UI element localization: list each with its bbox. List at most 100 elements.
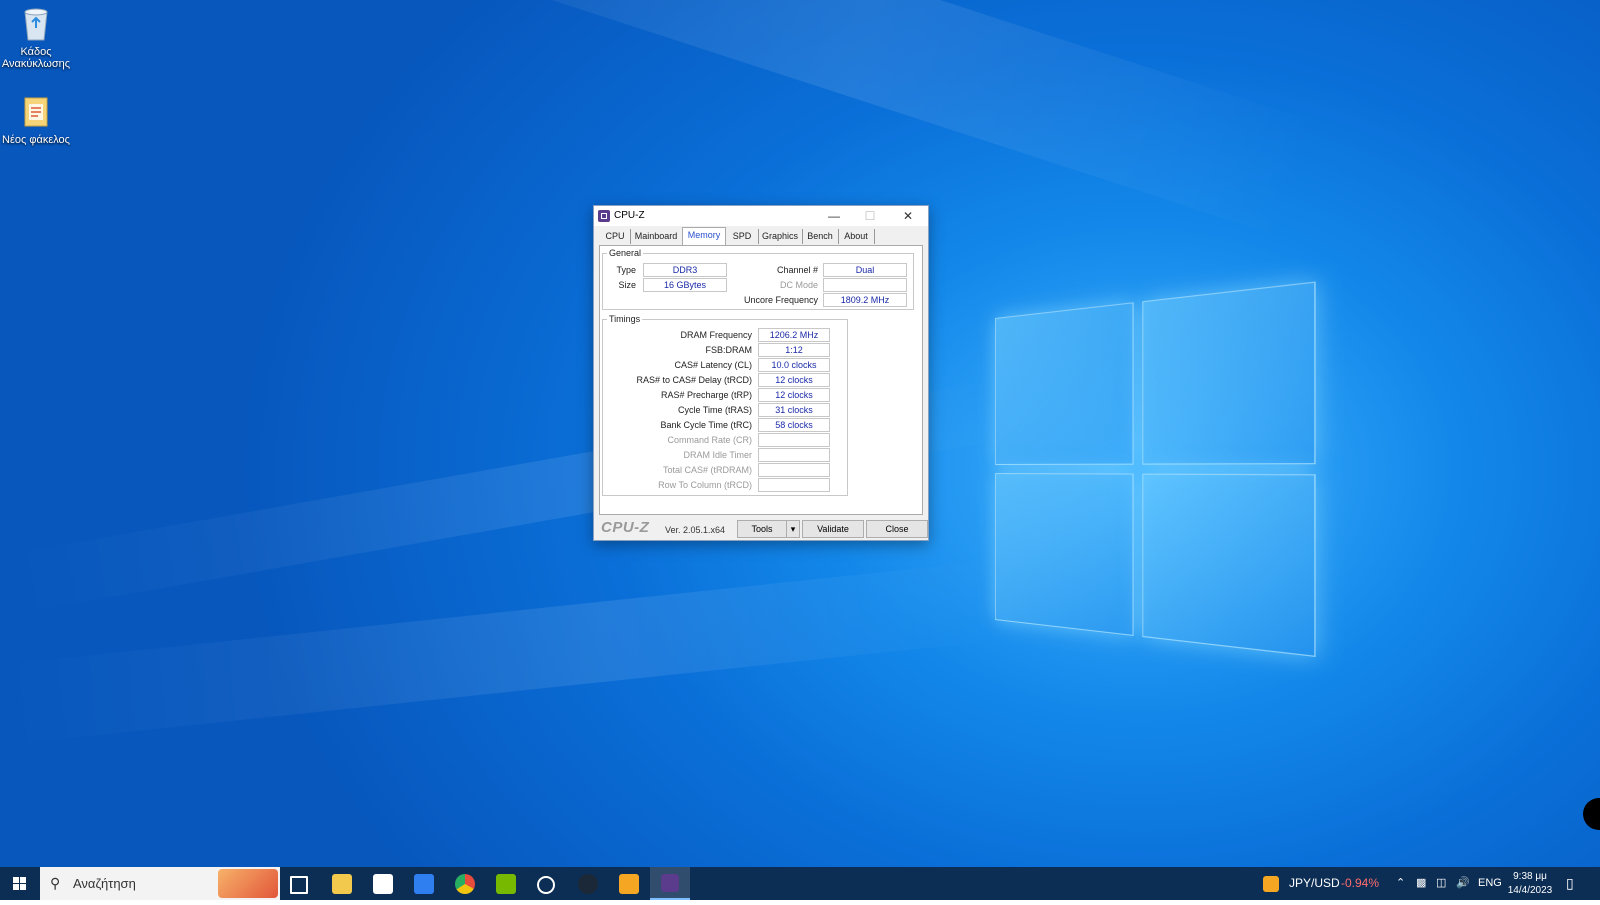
version-label: Ver. 2.05.1.x64 (665, 525, 725, 535)
validate-button[interactable]: Validate (802, 520, 864, 538)
ticker-symbol[interactable]: JPY/USD (1289, 867, 1340, 900)
cpuz-app-icon (598, 210, 610, 222)
type-value: DDR3 (643, 263, 727, 277)
clock-time: 9:38 μμ (1506, 870, 1554, 884)
tab-bench[interactable]: Bench (802, 229, 839, 244)
timing-value: 12 clocks (758, 373, 830, 387)
network-icon[interactable]: ◫ (1436, 867, 1446, 900)
timing-label: DRAM Frequency (604, 330, 752, 340)
desktop-icon-recycle-bin[interactable]: Κάδος Ανακύκλωσης (0, 6, 74, 70)
memory-panel: General Type DDR3 Size 16 GBytes Channel… (599, 245, 923, 515)
volume-icon[interactable]: 🔊 (1456, 867, 1470, 900)
timing-value: 1206.2 MHz (758, 328, 830, 342)
footer-bar: CPU-Z Ver. 2.05.1.x64 Tools ▾ Validate C… (599, 518, 921, 538)
weather-ticker-icon (1263, 876, 1279, 892)
ticker-change: -0.94% (1341, 867, 1379, 900)
notifications-icon[interactable]: ▯ (1566, 867, 1574, 900)
mail-icon[interactable] (414, 874, 434, 894)
cpuz-taskbar-icon (661, 874, 679, 892)
logo-pane (1142, 281, 1315, 464)
store-icon[interactable] (373, 874, 393, 894)
tab-spd[interactable]: SPD (726, 229, 759, 244)
channel-label: Channel # (750, 265, 818, 275)
recycle-bin-icon (19, 6, 53, 42)
timing-value: 10.0 clocks (758, 358, 830, 372)
timing-label: Bank Cycle Time (tRC) (604, 420, 752, 430)
nvidia-icon[interactable] (496, 874, 516, 894)
logo-pane (995, 302, 1134, 465)
tab-mainboard[interactable]: Mainboard (630, 229, 683, 244)
steam-icon[interactable] (578, 874, 598, 894)
dcmode-label: DC Mode (750, 280, 818, 290)
general-legend: General (607, 248, 643, 258)
channel-value: Dual (823, 263, 907, 277)
language-indicator[interactable]: ENG (1478, 867, 1502, 900)
desktop-icon-label: Νέος φάκελος (0, 134, 74, 146)
timing-label: FSB:DRAM (604, 345, 752, 355)
maximize-button[interactable]: ☐ (852, 206, 888, 226)
size-label: Size (604, 280, 636, 290)
cpuz-taskbar-button[interactable] (650, 867, 690, 900)
timing-value: 12 clocks (758, 388, 830, 402)
search-placeholder: Αναζήτηση (73, 876, 136, 891)
desktop-icon-label: Κάδος (0, 46, 74, 58)
desktop-icon-label: Ανακύκλωσης (0, 58, 74, 70)
timing-label: Total CAS# (tRDRAM) (604, 465, 752, 475)
side-expand-button[interactable] (1583, 798, 1600, 830)
desktop-icon-new-folder[interactable]: Νέος φάκελος (0, 94, 74, 146)
start-button[interactable] (0, 867, 40, 900)
tools-button[interactable]: Tools (737, 520, 787, 538)
uncore-label: Uncore Frequency (720, 295, 818, 305)
cortana-icon[interactable] (537, 876, 555, 894)
timings-legend: Timings (607, 314, 642, 324)
tools-dropdown-button[interactable]: ▾ (786, 520, 800, 538)
clock-date: 14/4/2023 (1506, 884, 1554, 898)
search-icon: ⚲ (50, 875, 60, 892)
chrome-icon[interactable] (455, 874, 475, 894)
app-icon[interactable] (619, 874, 639, 894)
timing-value (758, 478, 830, 492)
taskbar: ⚲ Αναζήτηση JPY/USD -0.94% ⌃ ▩ ◫ 🔊 ENG 9… (0, 867, 1600, 900)
cpuz-window: CPU-Z — ☐ ✕ CPU Mainboard Memory SPD Gra… (593, 205, 929, 541)
uncore-value: 1809.2 MHz (823, 293, 907, 307)
file-explorer-icon[interactable] (332, 874, 352, 894)
title-bar[interactable]: CPU-Z — ☐ ✕ (594, 206, 928, 226)
tab-about[interactable]: About (838, 229, 875, 244)
cpuz-brand-logo: CPU-Z (601, 519, 649, 536)
minimize-button[interactable]: — (816, 206, 852, 226)
timing-label: Row To Column (tRCD) (604, 480, 752, 490)
windows-start-icon (0, 867, 40, 900)
timing-value (758, 463, 830, 477)
timing-label: DRAM Idle Timer (604, 450, 752, 460)
search-highlight-image (218, 869, 278, 898)
timing-label: RAS# Precharge (tRP) (604, 390, 752, 400)
timing-label: RAS# to CAS# Delay (tRCD) (604, 375, 752, 385)
light-beam (188, 0, 1319, 237)
tab-memory[interactable]: Memory (682, 227, 726, 245)
dcmode-value (823, 278, 907, 292)
timing-value (758, 448, 830, 462)
timing-value: 1:12 (758, 343, 830, 357)
logo-pane (995, 473, 1134, 636)
size-value: 16 GBytes (643, 278, 727, 292)
timing-label: Cycle Time (tRAS) (604, 405, 752, 415)
timing-label: CAS# Latency (CL) (604, 360, 752, 370)
close-window-button[interactable]: ✕ (890, 206, 926, 226)
type-label: Type (604, 265, 636, 275)
close-button[interactable]: Close (866, 520, 928, 538)
windows-logo (995, 282, 1313, 654)
taskbar-search-box[interactable]: ⚲ Αναζήτηση (40, 867, 280, 900)
clock[interactable]: 9:38 μμ 14/4/2023 (1506, 870, 1554, 898)
tab-cpu[interactable]: CPU (600, 229, 631, 244)
chevron-up-icon[interactable]: ⌃ (1396, 867, 1405, 900)
camera-icon[interactable]: ▩ (1416, 867, 1426, 900)
timing-value: 58 clocks (758, 418, 830, 432)
logo-pane (1142, 474, 1315, 657)
window-title: CPU-Z (614, 210, 645, 221)
task-view-icon[interactable] (290, 876, 308, 894)
timing-value: 31 clocks (758, 403, 830, 417)
chevron-down-icon: ▾ (791, 524, 796, 534)
tab-graphics[interactable]: Graphics (758, 229, 803, 244)
timing-label: Command Rate (CR) (604, 435, 752, 445)
timing-value (758, 433, 830, 447)
